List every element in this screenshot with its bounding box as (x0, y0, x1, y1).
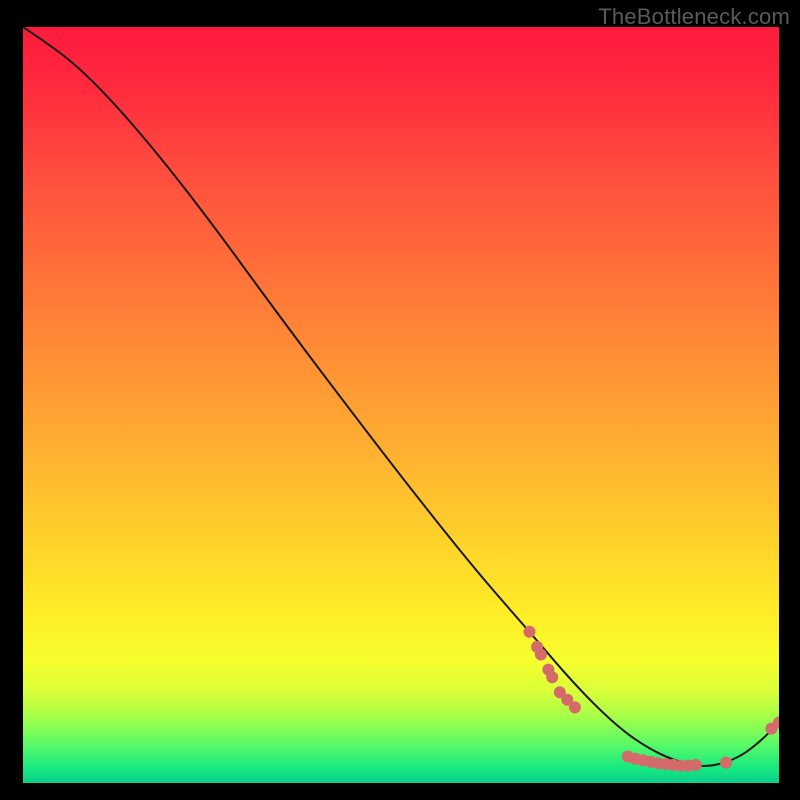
plot-inner (23, 27, 779, 783)
data-point (569, 701, 581, 713)
curve-layer (23, 27, 779, 783)
data-point (690, 759, 702, 771)
plot-area (23, 27, 779, 783)
data-point (524, 626, 536, 638)
watermark-text: TheBottleneck.com (598, 4, 790, 30)
chart-frame: TheBottleneck.com (0, 0, 800, 800)
data-point (546, 671, 558, 683)
bottleneck-curve (23, 27, 779, 766)
data-point (720, 757, 732, 769)
data-point (535, 649, 547, 661)
